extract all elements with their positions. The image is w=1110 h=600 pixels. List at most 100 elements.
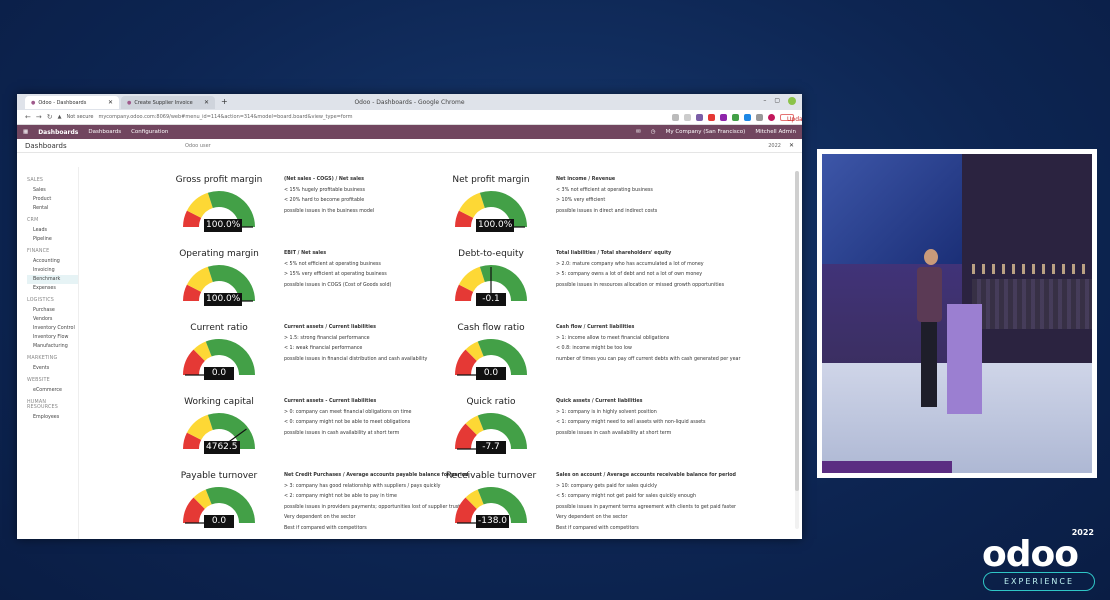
podium bbox=[947, 304, 982, 414]
extension-icon[interactable] bbox=[732, 113, 739, 121]
kpi-threshold-line: < 1: company might need to sell assets w… bbox=[556, 420, 706, 425]
user-menu[interactable]: Mitchell Admin bbox=[755, 129, 796, 135]
speaker-camera-feed bbox=[817, 149, 1097, 478]
odoo-logo: odoo bbox=[982, 534, 1079, 575]
kpi-threshold-line: > 2.0: mature company who has accumulate… bbox=[556, 261, 704, 267]
url-input[interactable]: mycompany.odoo.com:8069/web#menu_id=114&… bbox=[98, 114, 667, 120]
sidebar-item-purchase[interactable]: Purchase bbox=[27, 306, 78, 315]
update-button[interactable]: Update bbox=[780, 113, 802, 123]
kpi-threshold-line: possible issues in the business model bbox=[284, 208, 375, 214]
kpi-card: Debt-to-equity -0.1 Total liabilities / To… bbox=[441, 249, 761, 325]
kpi-threshold-line: < 0: company might not be able to meet o… bbox=[284, 420, 411, 425]
activity-icon[interactable]: ◷ bbox=[651, 129, 656, 135]
gauge-segment bbox=[458, 266, 486, 293]
kpi-threshold-line: possible issues in payment terms agreeme… bbox=[556, 504, 737, 510]
kpi-threshold-line: > 15% very efficient at operating busine… bbox=[284, 272, 387, 277]
kpi-dashboard: Gross profit margin 100.0% (Net sales - CO… bbox=[79, 167, 802, 539]
kpi-threshold-line: Very dependent on the sector bbox=[556, 515, 628, 520]
menu-dashboards[interactable]: Dashboards bbox=[88, 129, 121, 135]
speaker bbox=[917, 249, 942, 409]
extension-icon[interactable] bbox=[744, 113, 751, 121]
kpi-threshold-line: > 1.5: strong financial performance bbox=[284, 335, 370, 341]
kpi-threshold-line: possible issues in direct and indirect c… bbox=[556, 208, 658, 214]
kpi-threshold-line: number of times you can pay off current … bbox=[556, 356, 741, 362]
kpi-description: Current assets - Current liabilities > 0:… bbox=[284, 397, 411, 439]
bookmark-icon[interactable] bbox=[684, 113, 691, 121]
sidebar-item-inventory-control[interactable]: Inventory Control bbox=[27, 324, 78, 333]
sidebar-item-pipeline[interactable]: Pipeline bbox=[27, 235, 78, 244]
kpi-name: Receivable turnover bbox=[445, 471, 537, 481]
share-icon[interactable] bbox=[672, 113, 679, 121]
extension-icon[interactable] bbox=[708, 113, 715, 121]
sidebar-section: HUMAN RESOURCES bbox=[27, 400, 59, 410]
kpi-card: Cash flow ratio 0.0 Cash flow / Current li… bbox=[441, 323, 761, 399]
gauge-segment bbox=[465, 415, 485, 436]
sidebar-item-leads[interactable]: Leads bbox=[27, 226, 78, 235]
menu-configuration[interactable]: Configuration bbox=[131, 129, 168, 135]
extension-icon[interactable] bbox=[696, 113, 703, 121]
search-input[interactable]: Odoo user bbox=[185, 143, 211, 149]
sidebar: SALES Sales Product Rental CRM Leads Pipeline F… bbox=[17, 167, 79, 539]
kpi-description: (Net sales - COGS) / Net sales < 15% huge… bbox=[284, 175, 374, 217]
close-window-icon[interactable] bbox=[788, 97, 796, 105]
gauge-segment bbox=[465, 489, 485, 510]
sidebar-item-vendors[interactable]: Vendors bbox=[27, 315, 78, 324]
gauge-segment bbox=[186, 192, 214, 219]
close-icon[interactable]: ✕ bbox=[789, 142, 794, 149]
gauge-segment bbox=[186, 266, 214, 293]
sidebar-item-expenses[interactable]: Expenses bbox=[27, 284, 78, 293]
sidebar-item-employees[interactable]: Employees bbox=[27, 413, 78, 422]
warning-icon[interactable]: ▲ bbox=[58, 114, 62, 120]
sidebar-item-inventory-flow[interactable]: Inventory Flow bbox=[27, 333, 78, 342]
kpi-name: Cash flow ratio bbox=[457, 323, 525, 333]
kpi-formula: Total liabilities / Total shareholders' … bbox=[556, 251, 672, 256]
stage-image bbox=[822, 154, 1092, 473]
puzzle-icon[interactable] bbox=[756, 113, 763, 121]
kpi-name: Current ratio bbox=[190, 323, 248, 333]
sidebar-item-ecommerce[interactable]: eCommerce bbox=[27, 386, 78, 395]
reload-icon[interactable]: ↻ bbox=[47, 113, 53, 121]
chat-icon[interactable]: ✉ bbox=[636, 129, 641, 135]
sidebar-item-sales[interactable]: Sales bbox=[27, 186, 78, 195]
kpi-threshold-line: > 1: income allow to meet financial obli… bbox=[556, 335, 670, 341]
sidebar-item-rental[interactable]: Rental bbox=[27, 204, 78, 213]
kpi-value: -0.1 bbox=[476, 293, 506, 306]
kpi-value: 100.0% bbox=[204, 219, 243, 232]
gauge-segment bbox=[183, 432, 202, 450]
company-switcher[interactable]: My Company (San Francisco) bbox=[666, 129, 746, 135]
minimize-icon[interactable]: – bbox=[763, 97, 766, 105]
kpi-description: EBIT / Net sales < 5% not efficient at op… bbox=[284, 249, 391, 291]
kpi-name: Gross profit margin bbox=[175, 175, 263, 185]
kpi-description: Cash flow / Current liabilities > 1: inco… bbox=[556, 323, 740, 365]
gauge-segment bbox=[455, 349, 478, 376]
address-bar: ← → ↻ ▲ Not secure mycompany.odoo.com:80… bbox=[17, 110, 802, 125]
forward-icon[interactable]: → bbox=[36, 113, 42, 121]
kpi-threshold-line: < 1: weak financial performance bbox=[284, 346, 363, 351]
sidebar-item-events[interactable]: Events bbox=[27, 364, 78, 373]
kpi-name: Operating margin bbox=[179, 249, 259, 259]
kpi-threshold-line: < 20% hard to become profitable bbox=[284, 198, 365, 203]
kpi-description: Current assets / Current liabilities > 1.… bbox=[284, 323, 427, 365]
app-name[interactable]: Dashboards bbox=[38, 129, 78, 136]
sidebar-item-product[interactable]: Product bbox=[27, 195, 78, 204]
kpi-threshold-line: < 0.8: income might be too low bbox=[556, 346, 632, 351]
scrollbar[interactable] bbox=[795, 171, 799, 529]
sidebar-item-benchmark[interactable]: Benchmark bbox=[27, 275, 78, 284]
extension-icon[interactable] bbox=[720, 113, 727, 121]
app-grid-icon[interactable]: ▦ bbox=[23, 129, 28, 135]
gauge-segment bbox=[455, 497, 478, 524]
kpi-formula: Current assets - Current liabilities bbox=[284, 399, 377, 404]
back-icon[interactable]: ← bbox=[25, 113, 31, 121]
kpi-name: Working capital bbox=[184, 397, 254, 407]
sidebar-item-invoicing[interactable]: Invoicing bbox=[27, 266, 78, 275]
gauge-segment bbox=[455, 210, 474, 228]
sidebar-section: LOGISTICS bbox=[27, 298, 54, 303]
sidebar-item-accounting[interactable]: Accounting bbox=[27, 257, 78, 266]
sidebar-item-manufacturing[interactable]: Manufacturing bbox=[27, 342, 78, 351]
profile-avatar[interactable] bbox=[768, 113, 775, 121]
kpi-threshold-line: < 3% not efficient at operating business bbox=[556, 187, 653, 193]
kpi-name: Quick ratio bbox=[466, 397, 516, 407]
maximize-icon[interactable]: ▢ bbox=[774, 97, 780, 105]
year-filter[interactable]: 2022 bbox=[768, 143, 781, 149]
kpi-value: 100.0% bbox=[204, 293, 243, 306]
